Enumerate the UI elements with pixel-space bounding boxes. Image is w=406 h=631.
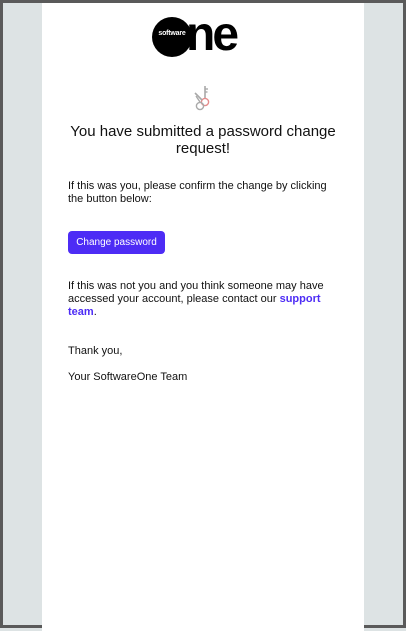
page-title: You have submitted a password change req… bbox=[70, 123, 336, 157]
key-icon bbox=[194, 86, 210, 111]
thanks-text: Thank you, bbox=[68, 345, 123, 357]
confirm-instructions: If this was you, please confirm the chan… bbox=[68, 180, 327, 205]
logo-small-text: software bbox=[158, 30, 186, 37]
email-card: software ne You have submitted a passwor… bbox=[42, 3, 364, 631]
softwareone-logo: software ne bbox=[152, 8, 256, 61]
logo-large-text: ne bbox=[186, 8, 239, 61]
not-you-paragraph: If this was not you and you think someon… bbox=[68, 280, 338, 319]
signature-text: Your SoftwareOne Team bbox=[68, 371, 188, 383]
change-password-button[interactable]: Change password bbox=[68, 231, 165, 254]
not-you-end: . bbox=[93, 306, 97, 318]
